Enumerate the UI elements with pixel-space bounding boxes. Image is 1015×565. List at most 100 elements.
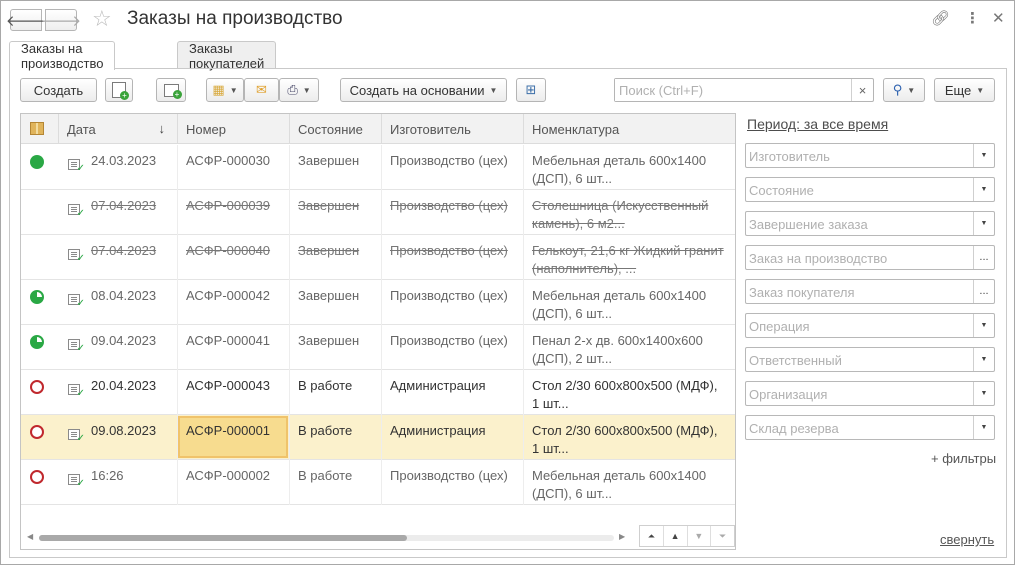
cell-date[interactable]: 09.04.2023	[59, 325, 178, 370]
cell-maker[interactable]: Производство (цех)	[382, 235, 524, 280]
cell-state[interactable]: Завершен	[290, 190, 382, 235]
dropdown-button[interactable]: ▼	[973, 314, 994, 337]
tab-customer-orders[interactable]: Заказы покупателей	[177, 41, 277, 71]
header-item[interactable]: Номенклатура	[524, 114, 735, 144]
tab-production-orders[interactable]: Заказы на производство	[9, 41, 116, 71]
go-down-icon[interactable]: ▼	[688, 526, 712, 546]
more-vertical-icon[interactable]: ⋮	[965, 9, 980, 27]
cell-number[interactable]: АСФР-000042	[178, 280, 290, 325]
cell-state[interactable]: В работе	[290, 460, 382, 505]
table-row[interactable]: ✓ 20.04.2023 АСФР-000043 В работе Администра…	[21, 370, 735, 415]
cell-number[interactable]: АСФР-000039	[178, 190, 290, 235]
go-up-icon[interactable]: ▲	[664, 526, 688, 546]
cell-state[interactable]: В работе	[290, 415, 382, 460]
table-row[interactable]: ✓ 08.04.2023 АСФР-000042 Завершен Производст…	[21, 280, 735, 325]
header-status-col[interactable]	[21, 114, 59, 144]
link-icon[interactable]: 🔗︎	[931, 9, 950, 27]
filter-field[interactable]: Организация ▼	[745, 381, 995, 406]
cell-date[interactable]: 24.03.2023	[59, 145, 178, 190]
header-state[interactable]: Состояние	[290, 114, 382, 144]
cell-state[interactable]: В работе	[290, 370, 382, 415]
cell-state[interactable]: Завершен	[290, 235, 382, 280]
cell-maker[interactable]: Производство (цех)	[382, 460, 524, 505]
cell-date[interactable]: 07.04.2023	[59, 235, 178, 280]
search-field[interactable]: ×	[614, 78, 874, 102]
cell-item[interactable]: Гелькоут, 21,6 кг Жидкий гранит (наполни…	[524, 235, 735, 280]
cell-number[interactable]: АСФР-000043	[178, 370, 290, 415]
dropdown-button[interactable]: ▼	[973, 212, 994, 235]
copy-button[interactable]: +	[105, 78, 133, 102]
scroll-track[interactable]	[39, 535, 614, 541]
cell-item[interactable]: Стол 2/30 600x800x500 (МДФ), 1 шт...	[524, 370, 735, 415]
scroll-right-icon[interactable]: ▶	[619, 532, 625, 541]
table-row[interactable]: ✓ 16:26 АСФР-000002 В работе Производство (ц…	[21, 460, 735, 505]
filter-field[interactable]: Заказ на производство...	[745, 245, 995, 270]
more-filters-link[interactable]: + фильтры	[931, 451, 996, 466]
cell-maker[interactable]: Производство (цех)	[382, 280, 524, 325]
collapse-link[interactable]: свернуть	[940, 532, 994, 547]
cell-state[interactable]: Завершен	[290, 280, 382, 325]
orders-table[interactable]: Дата ↓ Номер Состояние Изготовитель Номе…	[20, 113, 736, 550]
cell-state[interactable]: Завершен	[290, 145, 382, 190]
go-last-icon[interactable]: ⏷	[711, 526, 734, 546]
go-first-icon[interactable]: ⏶	[640, 526, 664, 546]
period-link[interactable]: Период: за все время	[747, 116, 888, 132]
more-button[interactable]: Еще ▼	[934, 78, 995, 102]
table-row[interactable]: ✓ 07.04.2023 АСФР-000039 Завершен Производст…	[21, 190, 735, 235]
cell-maker[interactable]: Производство (цех)	[382, 145, 524, 190]
close-icon[interactable]: ✕	[992, 9, 1005, 27]
filter-field[interactable]: Состояние ▼	[745, 177, 995, 202]
scroll-left-icon[interactable]: ◀	[27, 532, 33, 541]
print-button[interactable]: ⎙ ▼	[279, 78, 319, 102]
search-input[interactable]	[615, 79, 850, 101]
cell-maker[interactable]: Производство (цех)	[382, 325, 524, 370]
dropdown-button[interactable]: ▼	[973, 348, 994, 371]
cell-date[interactable]: 09.08.2023	[59, 415, 178, 460]
cell-item[interactable]: Пенал 2-х дв. 600x1400x600 (ДСП), 2 шт..…	[524, 325, 735, 370]
search-button[interactable]: ⚲ ▼	[883, 78, 925, 102]
cell-item[interactable]: Мебельная деталь 600x1400 (ДСП), 6 шт...	[524, 460, 735, 505]
select-dialog-button[interactable]: ...	[973, 280, 994, 303]
cell-number[interactable]: АСФР-000040	[178, 235, 290, 280]
cell-number[interactable]: АСФР-000030	[178, 145, 290, 190]
email-button[interactable]: ✉	[244, 78, 279, 102]
header-date[interactable]: Дата ↓	[59, 114, 178, 144]
create-based-on-button[interactable]: Создать на основании ▼	[340, 78, 507, 102]
cell-number[interactable]: АСФР-000001	[178, 415, 290, 460]
cell-maker[interactable]: Администрация	[382, 415, 524, 460]
horizontal-scrollbar[interactable]: ◀ ▶	[21, 525, 641, 549]
filter-field[interactable]: Операция ▼	[745, 313, 995, 338]
cell-maker[interactable]: Администрация	[382, 370, 524, 415]
dropdown-button[interactable]: ▼	[973, 144, 994, 167]
table-row[interactable]: ✓ 07.04.2023 АСФР-000040 Завершен Производст…	[21, 235, 735, 280]
cell-item[interactable]: Стол 2/30 600x800x500 (МДФ), 1 шт...	[524, 415, 735, 460]
cell-state[interactable]: Завершен	[290, 325, 382, 370]
scroll-thumb[interactable]	[39, 535, 407, 541]
dropdown-button[interactable]: ▼	[973, 178, 994, 201]
cell-date[interactable]: 08.04.2023	[59, 280, 178, 325]
cell-number[interactable]: АСФР-000002	[178, 460, 290, 505]
dropdown-button[interactable]: ▼	[973, 416, 994, 439]
header-maker[interactable]: Изготовитель	[382, 114, 524, 144]
cell-item[interactable]: Мебельная деталь 600x1400 (ДСП), 6 шт...	[524, 145, 735, 190]
forward-button[interactable]: 🡒	[41, 9, 81, 31]
table-row[interactable]: ✓ 09.04.2023 АСФР-000041 Завершен Производст…	[21, 325, 735, 370]
cell-number[interactable]: АСФР-000041	[178, 325, 290, 370]
structure-button[interactable]: ⊞	[516, 78, 546, 102]
create-button[interactable]: Создать	[20, 78, 97, 102]
filter-field[interactable]: Склад резерва ▼	[745, 415, 995, 440]
filter-field[interactable]: Изготовитель ▼	[745, 143, 995, 168]
header-number[interactable]: Номер	[178, 114, 290, 144]
table-row[interactable]: ✓ 24.03.2023 АСФР-000030 Завершен Производст…	[21, 145, 735, 190]
favorite-star-icon[interactable]: ☆	[92, 6, 112, 32]
attach-button[interactable]: ▦ ▼	[206, 78, 244, 102]
back-button[interactable]: 🡐	[6, 9, 46, 31]
add-to-list-button[interactable]: +	[156, 78, 186, 102]
dropdown-button[interactable]: ▼	[973, 382, 994, 405]
filter-field[interactable]: Заказ покупателя...	[745, 279, 995, 304]
clear-search-button[interactable]: ×	[851, 79, 873, 101]
filter-field[interactable]: Ответственный ▼	[745, 347, 995, 372]
table-row[interactable]: ✓ 09.08.2023 АСФР-000001 В работе Администра…	[21, 415, 735, 460]
select-dialog-button[interactable]: ...	[973, 246, 994, 269]
cell-maker[interactable]: Производство (цех)	[382, 190, 524, 235]
